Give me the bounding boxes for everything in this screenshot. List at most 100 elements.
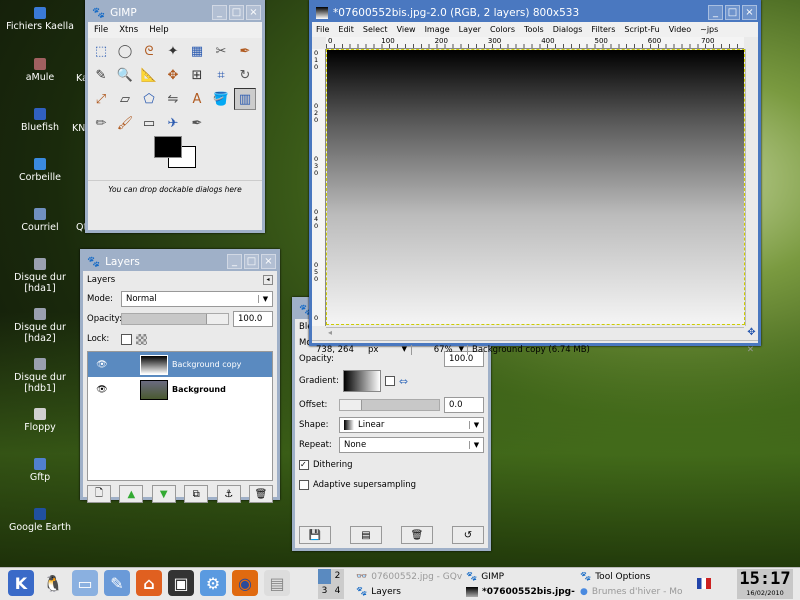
minimize-button[interactable]: _ bbox=[212, 5, 227, 20]
desktop-icon[interactable]: Disque dur [hdb1] bbox=[0, 358, 80, 394]
eye-icon[interactable]: 👁 bbox=[88, 385, 116, 395]
clock[interactable]: 15:17 16/02/2010 bbox=[737, 569, 793, 599]
crop-tool-icon[interactable]: ⌗ bbox=[210, 64, 232, 86]
task-browser[interactable]: ● Brumes d'hiver - Mo bbox=[580, 585, 683, 599]
gradient-preview[interactable] bbox=[342, 370, 381, 392]
save-options-button[interactable]: 💾 bbox=[299, 526, 331, 544]
task-tool-options[interactable]: 🐾 Tool Options bbox=[580, 570, 650, 584]
vertical-ruler[interactable]: 0100200300400500 bbox=[312, 49, 326, 326]
dithering-checkbox[interactable]: ✓ bbox=[299, 460, 309, 470]
title-bar[interactable]: *07600552bis.jpg-2.0 (RGB, 2 layers) 800… bbox=[312, 3, 758, 22]
reverse-checkbox[interactable] bbox=[384, 376, 395, 386]
menu-edit[interactable]: Edit bbox=[338, 25, 354, 34]
select-by-color-tool-icon[interactable]: ▦ bbox=[186, 40, 208, 62]
layer-name[interactable]: Background bbox=[172, 385, 226, 394]
shear-tool-icon[interactable]: ▱ bbox=[114, 88, 136, 110]
swap-arrows-icon[interactable]: ⇔ bbox=[399, 375, 408, 388]
maximize-button[interactable]: □ bbox=[244, 254, 259, 269]
new-layer-button[interactable]: 🗋 bbox=[87, 485, 111, 503]
kate-icon[interactable]: ✎ bbox=[104, 570, 130, 596]
measure-tool-icon[interactable]: 📐 bbox=[138, 64, 160, 86]
menu-view[interactable]: View bbox=[397, 25, 416, 34]
menu-video[interactable]: Video bbox=[669, 25, 691, 34]
menu-scriptfu[interactable]: Script-Fu bbox=[624, 25, 659, 34]
maximize-button[interactable]: □ bbox=[725, 5, 740, 20]
cancel-button[interactable]: ✕ bbox=[747, 345, 758, 355]
title-bar[interactable]: 🐾 GIMP _ □ × bbox=[88, 3, 262, 22]
navigate-icon[interactable]: ✥ bbox=[745, 327, 758, 340]
bucket-fill-tool-icon[interactable]: 🪣 bbox=[210, 88, 232, 110]
menu-xtns[interactable]: Xtns bbox=[119, 25, 138, 35]
shape-select[interactable]: Linear ▼ bbox=[339, 417, 484, 433]
adaptive-checkbox[interactable] bbox=[299, 480, 309, 490]
windows-icon[interactable]: ▭ bbox=[72, 570, 98, 596]
perspective-tool-icon[interactable]: ⬠ bbox=[138, 88, 160, 110]
blend-tool-icon[interactable]: ▥ bbox=[234, 88, 256, 110]
menu-image[interactable]: Image bbox=[425, 25, 450, 34]
title-bar[interactable]: 🐾 Layers _ □ × bbox=[83, 252, 277, 271]
menu-file[interactable]: File bbox=[94, 25, 108, 35]
rect-select-tool-icon[interactable]: ⬚ bbox=[90, 40, 112, 62]
eye-icon[interactable]: 👁 bbox=[88, 360, 116, 370]
desktop-icon[interactable]: Floppy bbox=[0, 408, 80, 433]
opacity-spinner[interactable]: 100.0 bbox=[233, 311, 273, 327]
home-icon[interactable]: ⌂ bbox=[136, 570, 162, 596]
menu-dialogs[interactable]: Dialogs bbox=[553, 25, 583, 34]
menu-filters[interactable]: Filters bbox=[591, 25, 615, 34]
desktop-icon[interactable]: Courriel bbox=[0, 208, 80, 233]
zoom-tool-icon[interactable]: 🔍 bbox=[114, 64, 136, 86]
menu-file[interactable]: File bbox=[316, 25, 329, 34]
ellipse-select-tool-icon[interactable]: ◯ bbox=[114, 40, 136, 62]
tab-menu-button[interactable]: ◂ bbox=[263, 275, 273, 285]
desktop-icon[interactable]: Google Earth bbox=[0, 508, 80, 533]
konqueror-icon[interactable]: ⚙ bbox=[200, 570, 226, 596]
task-gqview[interactable]: 👓 07600552.jpg - GQv bbox=[356, 570, 462, 584]
close-button[interactable]: × bbox=[742, 5, 757, 20]
task-gimp[interactable]: 🐾 GIMP bbox=[466, 570, 504, 584]
restore-options-button[interactable]: ▤ bbox=[350, 526, 382, 544]
ink-tool-icon[interactable]: ✒ bbox=[186, 112, 208, 134]
desktop-icon[interactable]: Gftp bbox=[0, 458, 80, 483]
delete-options-button[interactable]: 🗑 bbox=[401, 526, 433, 544]
firefox-icon[interactable]: ◉ bbox=[232, 570, 258, 596]
zoom-select[interactable]: 67% ▼ bbox=[412, 344, 468, 355]
desktop-icon[interactable]: aMule bbox=[0, 58, 80, 83]
move-tool-icon[interactable]: ✥ bbox=[162, 64, 184, 86]
horizontal-scrollbar[interactable]: ◂ bbox=[326, 327, 744, 340]
color-picker-tool-icon[interactable]: ✎ bbox=[90, 64, 112, 86]
vertical-scrollbar[interactable] bbox=[745, 49, 758, 326]
lock-pixels-checkbox[interactable] bbox=[121, 333, 132, 345]
desktop-icon[interactable]: Corbeille bbox=[0, 158, 80, 183]
unit-select[interactable]: px ▼ bbox=[368, 344, 412, 355]
canvas[interactable] bbox=[326, 49, 745, 325]
menu-help[interactable]: Help bbox=[149, 25, 168, 35]
offset-spinner[interactable]: 0.0 bbox=[444, 397, 484, 413]
scissors-tool-icon[interactable]: ✂ bbox=[210, 40, 232, 62]
mode-select[interactable]: Normal ▼ bbox=[121, 291, 273, 307]
reset-options-button[interactable]: ↺ bbox=[452, 526, 484, 544]
eraser-tool-icon[interactable]: ▭ bbox=[138, 112, 160, 134]
desktop-icon[interactable]: Bluefish bbox=[0, 108, 80, 133]
maximize-button[interactable]: □ bbox=[229, 5, 244, 20]
lower-layer-button[interactable]: ▼ bbox=[151, 485, 176, 503]
flip-tool-icon[interactable]: ⇋ bbox=[162, 88, 184, 110]
menu-colors[interactable]: Colors bbox=[490, 25, 515, 34]
menu-select[interactable]: Select bbox=[363, 25, 388, 34]
desktop-4[interactable]: 4 bbox=[331, 584, 344, 599]
duplicate-layer-button[interactable]: ⧉ bbox=[184, 485, 209, 503]
task-image[interactable]: *07600552bis.jpg- bbox=[466, 585, 575, 599]
desktop-3[interactable]: 3 bbox=[318, 584, 331, 599]
offset-slider[interactable] bbox=[339, 399, 440, 411]
desktop-icon[interactable]: Disque dur [hda1] bbox=[0, 258, 80, 294]
paths-tool-icon[interactable]: ✒ bbox=[234, 40, 256, 62]
desktop-icon[interactable]: Disque dur [hda2] bbox=[0, 308, 80, 344]
raise-layer-button[interactable]: ▲ bbox=[119, 485, 144, 503]
desktop-icon[interactable]: Fichiers Kaella bbox=[0, 7, 80, 32]
layer-row[interactable]: 👁 Background copy bbox=[88, 352, 272, 377]
delete-layer-button[interactable]: 🗑 bbox=[248, 485, 273, 503]
close-button[interactable]: × bbox=[261, 254, 276, 269]
foreground-color-swatch[interactable] bbox=[154, 136, 182, 158]
horizontal-ruler[interactable]: 0 100 200 300 400 500 600 700 bbox=[326, 37, 744, 49]
pencil-tool-icon[interactable]: ✏ bbox=[90, 112, 112, 134]
opacity-slider[interactable] bbox=[121, 313, 229, 325]
